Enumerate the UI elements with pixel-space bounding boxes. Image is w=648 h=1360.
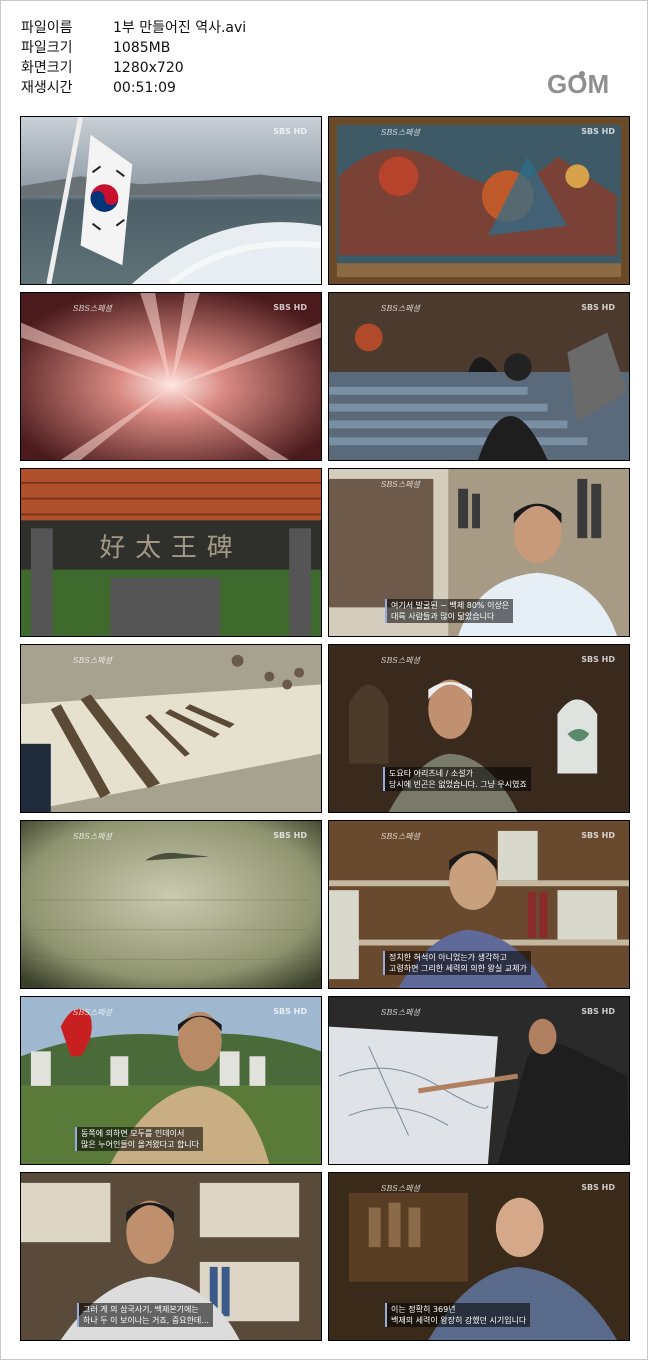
museum-display-scene xyxy=(21,645,321,812)
thumbnail-office-interview[interactable]: SBS스페셜 여기서 발굴된 ~ 백제 80% 이상은 대륙 사람들과 많이 닮… xyxy=(328,468,630,637)
subtitle-line-1: 그러 게 의 삼국사기, 백제본기에는 xyxy=(83,1305,199,1314)
file-info-panel: 파일이름 1부 만들어진 역사.avi 파일크기 1085MB 화면크기 128… xyxy=(21,18,246,98)
thumbnail-library-interview[interactable]: 그러 게 의 삼국사기, 백제본기에는 하나 두 이 보이나는 거죠, 중요한데… xyxy=(20,1172,322,1341)
broadcaster-watermark: SBS HD xyxy=(273,303,307,312)
subtitle-caption: 이는 정확히 369년 백제의 세력이 왕장히 강했던 시기입니다 xyxy=(385,1303,531,1327)
broadcaster-watermark: SBS HD xyxy=(273,1007,307,1016)
broadcaster-watermark: SBS HD xyxy=(581,1007,615,1016)
gom-logo-text: GOM xyxy=(547,69,609,97)
subtitle-caption: 그러 게 의 삼국사기, 백제본기에는 하나 두 이 보이나는 거죠, 중요한데… xyxy=(77,1303,213,1327)
subtitle-line-1: 여기서 발굴된 ~ 백제 80% 이상은 xyxy=(391,601,510,610)
subtitle-line-1: 이는 정확히 369년 xyxy=(391,1305,456,1314)
duration-label: 재생시간 xyxy=(21,80,73,96)
file-size-row: 파일크기 1085MB xyxy=(21,38,246,58)
program-watermark: SBS스페셜 xyxy=(73,656,112,665)
thumbnail-outdoor-interview[interactable]: SBS스페셜 SBS HD 동쪽에 의하면 모두를 인데이서 많은 누어인들이 … xyxy=(20,996,322,1165)
file-name-label: 파일이름 xyxy=(21,20,73,36)
thumbnail-map-presentation[interactable]: SBS스페셜 SBS HD xyxy=(328,996,630,1165)
resolution-value: 1280x720 xyxy=(113,60,184,76)
resolution-label: 화면크기 xyxy=(21,60,73,76)
subtitle-caption: 정치한 혀석이 아니었는가 생각하고 고령하면 그리한 세력의 의한 왕실 교체… xyxy=(383,951,531,975)
subtitle-line-2: 하나 두 이 보이나는 거죠, 중요한데... xyxy=(83,1316,209,1325)
light-rays-scene xyxy=(21,293,321,460)
duration-row: 재생시간 00:51:09 xyxy=(21,78,246,98)
broadcaster-watermark: SBS HD xyxy=(581,303,615,312)
subtitle-line-2: 당시에 빈곤은 없었습니다. 그냥 우시였죠 xyxy=(389,780,527,789)
broadcaster-watermark: SBS HD xyxy=(581,655,615,664)
subtitle-line-1: 도요타 아리츠네 / 소설가 xyxy=(389,769,473,778)
file-name-value: 1부 만들어진 역사.avi xyxy=(113,20,247,36)
program-watermark: SBS스페셜 xyxy=(73,1008,112,1017)
subtitle-line-2: 고령하면 그리한 세력의 의한 왕실 교체가 xyxy=(389,964,527,973)
subtitle-caption: 동쪽에 의하면 모두를 인데이서 많은 누어인들이 올겨왔다고 합니다 xyxy=(75,1127,204,1151)
program-watermark: SBS스페셜 xyxy=(73,832,112,841)
file-size-label: 파일크기 xyxy=(21,40,73,56)
gom-logo: GOM xyxy=(547,69,629,99)
program-watermark: SBS스페셜 xyxy=(381,128,420,137)
file-name-row: 파일이름 1부 만들어진 역사.avi xyxy=(21,18,246,38)
thumbnail-painting[interactable]: SBS스페셜 SBS HD xyxy=(328,116,630,285)
gate-sign-scene: 好太王碑 xyxy=(21,469,321,636)
program-watermark: SBS스페셜 xyxy=(381,480,420,489)
thumbnail-gate-sign[interactable]: 好太王碑 xyxy=(20,468,322,637)
subtitle-line-2: 많은 누어인들이 올겨왔다고 합니다 xyxy=(81,1140,200,1149)
file-size-value: 1085MB xyxy=(113,40,171,56)
map-presentation-scene xyxy=(329,997,629,1164)
thumbnail-island-sea[interactable]: SBS스페셜 SBS HD xyxy=(20,820,322,989)
thumbnail-throne-room[interactable]: SBS스페셜 SBS HD xyxy=(328,292,630,461)
subtitle-caption: 도요타 아리츠네 / 소설가 당시에 빈곤은 없었습니다. 그냥 우시였죠 xyxy=(383,767,531,791)
resolution-row: 화면크기 1280x720 xyxy=(21,58,246,78)
thumbnail-monk-interview[interactable]: SBS스페셜 SBS HD 이는 정확히 369년 백제의 세력이 왕장히 강했… xyxy=(328,1172,630,1341)
program-watermark: SBS스페셜 xyxy=(73,304,112,313)
program-watermark: SBS스페셜 xyxy=(381,832,420,841)
gate-sign-text: 好太王碑 xyxy=(99,533,242,563)
thumbnail-old-man-interview[interactable]: SBS스페셜 SBS HD 도요타 아리츠네 / 소설가 당시에 빈곤은 없었습… xyxy=(328,644,630,813)
broadcaster-watermark: SBS HD xyxy=(581,127,615,136)
thumbnail-museum-display[interactable]: SBS스페셜 xyxy=(20,644,322,813)
subtitle-line-1: 정치한 혀석이 아니었는가 생각하고 xyxy=(389,953,508,962)
thumbnail-bookshelf-interview[interactable]: SBS스페셜 SBS HD 정치한 혀석이 아니었는가 생각하고 고령하면 그리… xyxy=(328,820,630,989)
broadcaster-watermark: SBS HD xyxy=(581,831,615,840)
throne-room-scene xyxy=(329,293,629,460)
subtitle-line-2: 백제의 세력이 왕장히 강했던 시기입니다 xyxy=(391,1316,527,1325)
subtitle-caption: 여기서 발굴된 ~ 백제 80% 이상은 대륙 사람들과 많이 닮았습니다 xyxy=(385,599,514,623)
broadcaster-watermark: SBS HD xyxy=(581,1183,615,1192)
thumbnail-ferry-flag[interactable]: SBS HD xyxy=(20,116,322,285)
program-watermark: SBS스페셜 xyxy=(381,1184,420,1193)
program-watermark: SBS스페셜 xyxy=(381,656,420,665)
program-watermark: SBS스페셜 xyxy=(381,1008,420,1017)
subtitle-line-2: 대륙 사람들과 많이 닮았습니다 xyxy=(391,612,495,621)
duration-value: 00:51:09 xyxy=(113,80,176,96)
broadcaster-watermark: SBS HD xyxy=(273,127,307,136)
ferry-flag-scene xyxy=(21,117,321,284)
island-sea-scene xyxy=(21,821,321,988)
program-watermark: SBS스페셜 xyxy=(381,304,420,313)
subtitle-line-1: 동쪽에 의하면 모두를 인데이서 xyxy=(81,1129,185,1138)
painting-scene xyxy=(329,117,629,284)
thumbnail-light-rays[interactable]: SBS스페셜 SBS HD xyxy=(20,292,322,461)
broadcaster-watermark: SBS HD xyxy=(273,831,307,840)
